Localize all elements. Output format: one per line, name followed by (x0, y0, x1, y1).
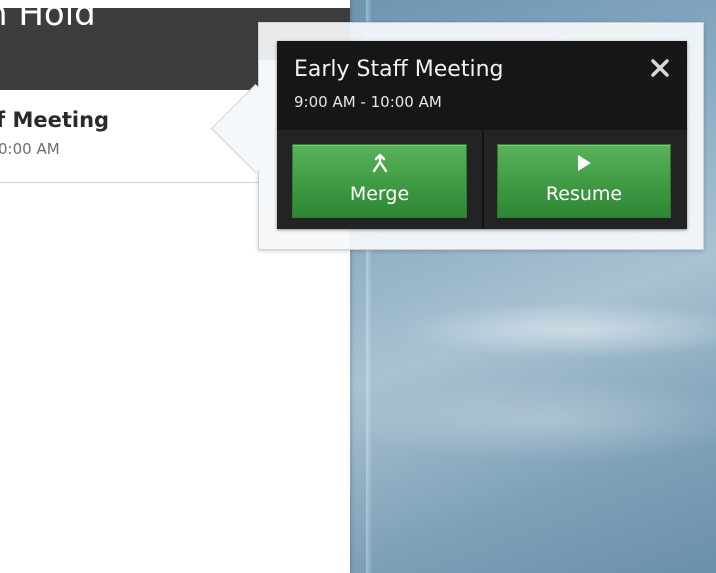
merge-button[interactable]: Merge (292, 144, 467, 218)
resume-button-label: Resume (545, 183, 623, 205)
meeting-item-title: f Meeting (0, 108, 110, 132)
action-divider (482, 130, 484, 229)
merge-button-label: Merge (349, 183, 410, 205)
resume-button[interactable]: Resume (497, 144, 671, 218)
meeting-popover: Early Staff Meeting 9:00 AM - 10:00 AM M… (277, 41, 687, 229)
meeting-item-time: 0:00 AM (0, 140, 60, 158)
panel-header-title: n Hold (0, 8, 96, 34)
play-icon (498, 153, 670, 173)
popover-title: Early Staff Meeting (294, 57, 504, 82)
close-icon[interactable] (649, 57, 671, 79)
merge-icon (293, 153, 466, 173)
popover-time: 9:00 AM - 10:00 AM (294, 93, 442, 111)
